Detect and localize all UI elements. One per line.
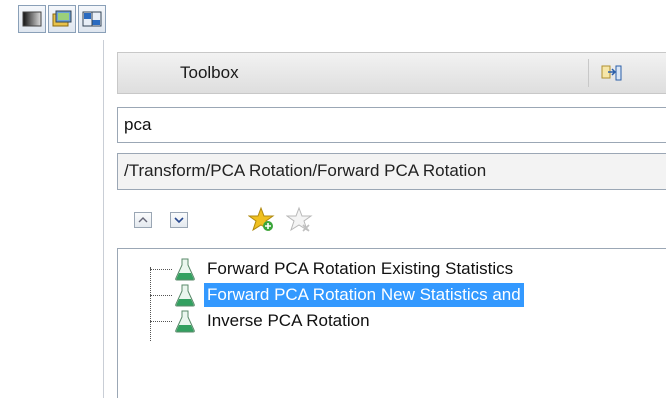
- star-remove-icon: [286, 206, 313, 232]
- tool-path-field: /Transform/PCA Rotation/Forward PCA Rota…: [117, 153, 666, 190]
- flask-icon: [172, 308, 198, 334]
- toolbox-title: Toolbox: [180, 63, 239, 82]
- split-view-button[interactable]: [78, 5, 106, 33]
- gradient-window-button[interactable]: [18, 5, 46, 33]
- tree-item-label: Inverse PCA Rotation: [207, 311, 370, 330]
- star-add-icon: [248, 206, 275, 232]
- chevron-down-icon: [174, 217, 184, 224]
- split-view-icon: [82, 11, 102, 27]
- top-toolbar: [0, 0, 198, 38]
- collapse-all-button[interactable]: [134, 212, 152, 228]
- panel-separator: [103, 40, 104, 398]
- folder-image-button[interactable]: [48, 5, 76, 33]
- tree-item-selected[interactable]: Forward PCA Rotation New Statistics and: [150, 282, 666, 308]
- tree-item-label: Forward PCA Rotation New Statistics and: [204, 283, 524, 307]
- folder-image-icon: [52, 10, 72, 27]
- tree-item[interactable]: Inverse PCA Rotation: [150, 308, 666, 334]
- tree-toolbar: [126, 200, 426, 240]
- add-favorite-button[interactable]: [246, 204, 278, 236]
- search-input[interactable]: [117, 107, 666, 143]
- expand-all-button[interactable]: [170, 212, 188, 228]
- flask-icon: [172, 256, 198, 282]
- flask-icon: [172, 282, 198, 308]
- tree-item-label: Forward PCA Rotation Existing Statistics: [207, 259, 514, 278]
- gradient-window-icon: [22, 11, 42, 27]
- undock-button[interactable]: [588, 59, 660, 87]
- toolbox-header: Toolbox: [117, 52, 666, 94]
- envi-toolbox-window: Toolbox /Transform/PCA Rotation/Forward …: [0, 0, 666, 398]
- tree-item[interactable]: Forward PCA Rotation Existing Statistics: [150, 256, 666, 282]
- tool-tree: Forward PCA Rotation Existing Statistics…: [117, 248, 666, 398]
- remove-favorite-button[interactable]: [284, 204, 316, 236]
- undock-icon: [601, 65, 622, 81]
- chevron-up-icon: [138, 217, 148, 223]
